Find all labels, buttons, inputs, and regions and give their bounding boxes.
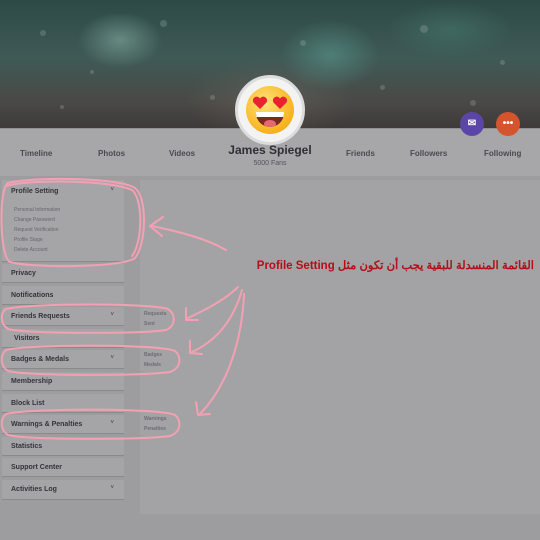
submenu-sent[interactable]: Sent	[144, 321, 155, 327]
sidebar-item-label: Activities Log	[11, 486, 57, 493]
submenu-medals[interactable]: Medals	[144, 362, 161, 368]
sidebar-item-label: Friends Requests	[11, 313, 70, 320]
sidebar-item-notifications[interactable]: Notifications	[2, 286, 124, 305]
submenu-badges[interactable]: Badges	[144, 352, 162, 358]
sidebar-item-statistics[interactable]: Statistics	[2, 437, 124, 456]
sidebar-item-visitors[interactable]: Visitors	[2, 329, 124, 348]
submenu-penalties[interactable]: Penalties	[144, 426, 166, 432]
submenu-personal-information[interactable]: Personal Information	[14, 207, 60, 213]
smile-mouth	[256, 112, 284, 127]
sidebar-item-label: Visitors	[14, 335, 40, 342]
sidebar-item-label: Statistics	[11, 443, 43, 450]
nav-friends[interactable]: Friends	[346, 149, 375, 158]
submenu-request-verification[interactable]: Request Verification	[14, 227, 58, 233]
chevron-down-icon[interactable]: ˅	[110, 355, 114, 361]
sidebar-item-label: Privacy	[11, 270, 36, 277]
submenu-change-password[interactable]: Change Password	[14, 217, 55, 223]
sidebar-item-membership[interactable]: Membership	[2, 372, 124, 391]
sidebar-item-label: Badges & Medals	[11, 356, 69, 363]
sidebar-item-block-list[interactable]: Block List	[2, 394, 124, 413]
nav-followers[interactable]: Followers	[410, 149, 447, 158]
nav-timeline[interactable]: Timeline	[20, 149, 52, 158]
sidebar-item-support-center[interactable]: Support Center	[2, 458, 124, 477]
chevron-down-icon[interactable]: ˅	[110, 312, 114, 318]
more-dots-icon[interactable]: •••	[496, 112, 520, 136]
nav-photos[interactable]: Photos	[98, 149, 125, 158]
chevron-down-icon[interactable]: ˅	[110, 485, 114, 491]
annotation-note: القائمة المنسدلة للبقية يجب أن تكون مثل …	[256, 260, 534, 272]
sidebar-item-badges-medals[interactable]: Badges & Medals ˅	[2, 350, 124, 369]
chevron-down-icon[interactable]: ˅	[110, 187, 114, 193]
submenu-delete-account[interactable]: Delete Account	[14, 247, 48, 253]
nav-videos[interactable]: Videos	[169, 149, 195, 158]
sidebar-item-profile-setting[interactable]: Profile Setting ˅ Personal Information C…	[2, 180, 124, 262]
nav-following[interactable]: Following	[484, 149, 521, 158]
fans-count: 5000 Fans	[253, 160, 287, 167]
sidebar-item-label: Support Center	[11, 464, 62, 471]
heart-eyes-emoji-icon	[246, 86, 294, 134]
sidebar-item-friends-requests[interactable]: Friends Requests ˅	[2, 307, 124, 326]
settings-content-panel: Requests Sent Badges Medals Warnings Pen…	[140, 180, 540, 514]
sidebar-item-label: Block List	[11, 400, 45, 407]
sidebar-item-label: Profile Setting	[11, 188, 59, 195]
submenu-warnings[interactable]: Warnings	[144, 416, 167, 422]
avatar[interactable]	[235, 75, 305, 145]
sidebar-item-privacy[interactable]: Privacy	[2, 264, 124, 283]
heart-icon	[252, 96, 268, 109]
sidebar-item-activities-log[interactable]: Activities Log ˅	[2, 480, 124, 500]
sidebar-item-warnings-penalties[interactable]: Warnings & Penalties ˅	[2, 415, 124, 434]
sidebar-item-label: Membership	[11, 378, 53, 385]
chevron-down-icon[interactable]: ˅	[110, 420, 114, 426]
chat-icon[interactable]: ✉	[460, 112, 484, 136]
submenu-profile-stage[interactable]: Profile Stage	[14, 237, 43, 243]
profile-name[interactable]: James Spiegel	[210, 143, 330, 157]
sidebar-item-label: Notifications	[11, 292, 54, 299]
sidebar-item-label: Warnings & Penalties	[11, 421, 83, 428]
heart-icon	[272, 96, 288, 109]
submenu-requests[interactable]: Requests	[144, 311, 167, 317]
